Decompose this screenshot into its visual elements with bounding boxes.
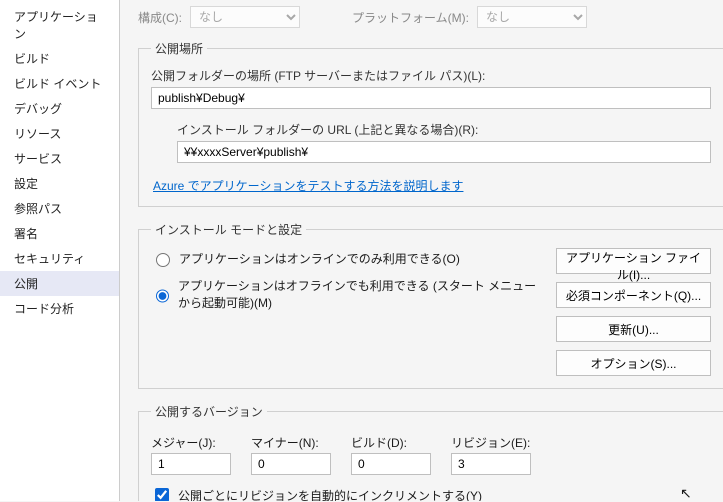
- sidebar-item-application[interactable]: アプリケーション: [0, 4, 119, 46]
- updates-button[interactable]: 更新(U)...: [556, 316, 711, 342]
- publish-location-legend: 公開場所: [151, 40, 207, 57]
- install-mode-group: インストール モードと設定 アプリケーションはオンラインでのみ利用できる(O) …: [138, 221, 723, 389]
- platform-select[interactable]: なし: [477, 6, 587, 28]
- install-mode-legend: インストール モードと設定: [151, 221, 306, 238]
- application-files-button[interactable]: アプリケーション ファイル(I)...: [556, 248, 711, 274]
- config-label: 構成(C):: [138, 9, 182, 26]
- sidebar: アプリケーション ビルド ビルド イベント デバッグ リソース サービス 設定 …: [0, 0, 120, 501]
- sidebar-item-reference-paths[interactable]: 参照パス: [0, 196, 119, 221]
- auto-increment-checkbox[interactable]: [155, 488, 169, 501]
- install-url-input[interactable]: [177, 141, 711, 163]
- install-url-label: インストール フォルダーの URL (上記と異なる場合)(R):: [177, 121, 711, 138]
- offline-label: アプリケーションはオフラインでも利用できる (スタート メニューから起動可能)(…: [178, 277, 542, 311]
- offline-radio[interactable]: [156, 289, 169, 303]
- options-button[interactable]: オプション(S)...: [556, 350, 711, 376]
- prerequisites-button[interactable]: 必須コンポーネント(Q)...: [556, 282, 711, 308]
- sidebar-item-publish[interactable]: 公開: [0, 271, 119, 296]
- sidebar-item-security[interactable]: セキュリティ: [0, 246, 119, 271]
- sidebar-item-build[interactable]: ビルド: [0, 46, 119, 71]
- sidebar-item-signing[interactable]: 署名: [0, 221, 119, 246]
- config-platform-row: 構成(C): なし プラットフォーム(M): なし: [138, 6, 723, 28]
- sidebar-item-resources[interactable]: リソース: [0, 121, 119, 146]
- platform-label: プラットフォーム(M):: [352, 9, 469, 26]
- sidebar-item-debug[interactable]: デバッグ: [0, 96, 119, 121]
- online-only-label: アプリケーションはオンラインでのみ利用できる(O): [179, 250, 460, 267]
- publish-folder-input[interactable]: [151, 87, 711, 109]
- build-input[interactable]: [351, 453, 431, 475]
- main-panel: 構成(C): なし プラットフォーム(M): なし 公開場所 公開フォルダーの場…: [120, 0, 723, 501]
- sidebar-item-settings[interactable]: 設定: [0, 171, 119, 196]
- revision-input[interactable]: [451, 453, 531, 475]
- config-select[interactable]: なし: [190, 6, 300, 28]
- azure-test-link[interactable]: Azure でアプリケーションをテストする方法を説明します: [153, 177, 463, 194]
- sidebar-item-build-events[interactable]: ビルド イベント: [0, 71, 119, 96]
- major-label: メジャー(J):: [151, 434, 231, 451]
- major-input[interactable]: [151, 453, 231, 475]
- publish-location-group: 公開場所 公開フォルダーの場所 (FTP サーバーまたはファイル パス)(L):…: [138, 40, 723, 207]
- publish-folder-label: 公開フォルダーの場所 (FTP サーバーまたはファイル パス)(L):: [151, 67, 711, 84]
- auto-increment-label: 公開ごとにリビジョンを自動的にインクリメントする(Y): [178, 487, 482, 502]
- sidebar-item-services[interactable]: サービス: [0, 146, 119, 171]
- online-only-radio[interactable]: [156, 253, 170, 267]
- build-label: ビルド(D):: [351, 434, 431, 451]
- publish-version-legend: 公開するバージョン: [151, 403, 267, 420]
- sidebar-item-code-analysis[interactable]: コード分析: [0, 296, 119, 321]
- minor-label: マイナー(N):: [251, 434, 331, 451]
- minor-input[interactable]: [251, 453, 331, 475]
- revision-label: リビジョン(E):: [451, 434, 531, 451]
- publish-version-group: 公開するバージョン メジャー(J): マイナー(N): ビルド(D): リビジョ…: [138, 403, 723, 501]
